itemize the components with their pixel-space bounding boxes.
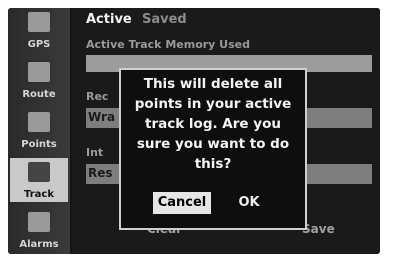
tab-active[interactable]: Active (86, 12, 132, 27)
gps-screen: GPS Route Points Track Alarms Active Sav… (8, 8, 380, 254)
alarm-icon (28, 212, 50, 232)
cancel-button[interactable]: Cancel (153, 192, 211, 214)
sidebar-item-points[interactable]: Points (10, 108, 68, 152)
ok-button[interactable]: OK (229, 192, 269, 214)
tab-saved[interactable]: Saved (142, 12, 187, 27)
interval-label: Int (86, 146, 104, 159)
points-icon (28, 112, 50, 132)
device-frame: GPS Route Points Track Alarms Active Sav… (0, 0, 399, 261)
record-mode-label: Rec (86, 90, 109, 103)
sidebar-item-label: GPS (27, 39, 51, 50)
route-icon (28, 62, 50, 82)
track-icon (28, 162, 50, 182)
dialog-message: This will delete all points in your acti… (134, 76, 292, 172)
confirm-dialog: This will delete all points in your acti… (119, 68, 307, 230)
sidebar-item-track[interactable]: Track (10, 158, 68, 202)
memory-used-label: Active Track Memory Used (86, 38, 250, 51)
satellite-icon (28, 12, 50, 32)
sidebar-item-label: Alarms (19, 239, 59, 250)
sidebar-item-label: Route (22, 89, 56, 100)
sidebar-item-gps[interactable]: GPS (10, 8, 68, 52)
interval-value: Res (88, 166, 113, 180)
sidebar-item-label: Points (21, 139, 57, 150)
record-mode-value: Wra (88, 110, 116, 124)
sidebar: GPS Route Points Track Alarms (8, 8, 70, 254)
sidebar-item-route[interactable]: Route (10, 58, 68, 102)
sidebar-item-label: Track (24, 189, 54, 200)
sidebar-item-alarms[interactable]: Alarms (10, 208, 68, 252)
